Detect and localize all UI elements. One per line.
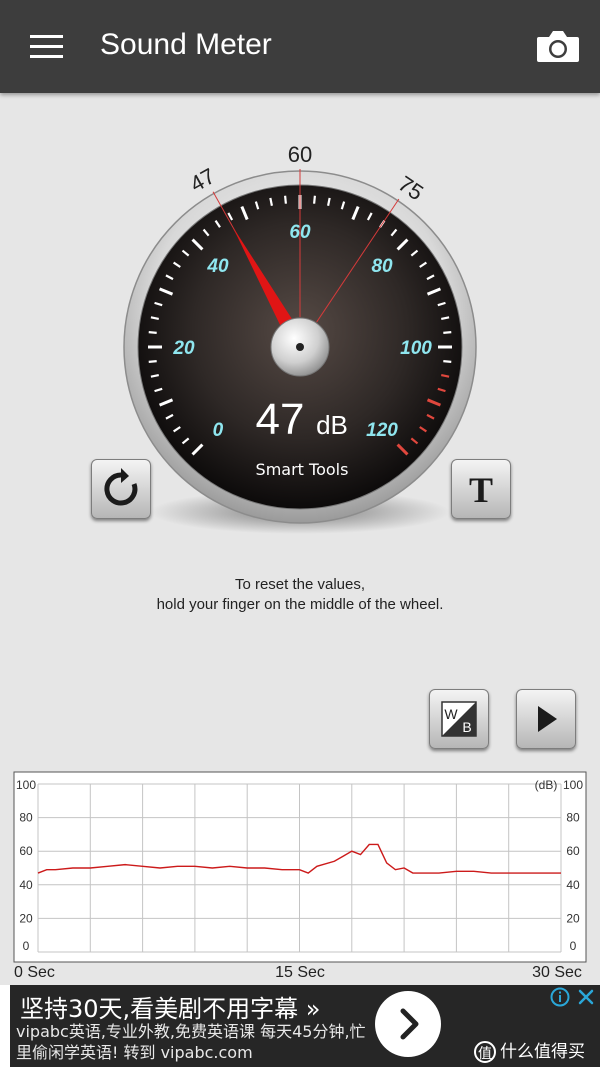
chart-x-tick-label: 0 Sec [14,964,55,981]
chart-y-tick-label: 40 [566,878,580,892]
gauge-scale-label: 80 [371,256,393,277]
hint-line-2: hold your finger on the middle of the wh… [156,596,444,613]
gauge-hub-pin [296,343,304,351]
gauge-tick [327,197,331,206]
chart-x-tick-label: 30 Sec [532,964,582,981]
chart-y-tick-label: 80 [566,811,580,825]
gauge-tick [150,316,159,320]
gauge-reading-value: 47 [256,395,305,444]
gauge-tick [269,197,273,206]
chart-y-tick-label: 80 [19,811,33,825]
chart-x-labels: 0 Sec 15 Sec 30 Sec [14,964,582,981]
reset-button[interactable] [91,459,151,519]
gauge-tick [443,360,452,363]
wb-top-label: W [444,706,458,722]
chart-x-tick-label: 15 Sec [275,964,325,981]
gauge-tick [148,360,157,363]
ad-headline[interactable]: 坚持30天,看美剧不用字幕 » [20,989,320,1024]
app-bar: Sound Meter [0,0,600,93]
gauge-tick [313,195,316,204]
ad-accent-strip [0,985,10,1067]
sound-level-gauge[interactable]: 020406080100120 476075 47 dB Smart Tools [100,130,500,550]
db-history-chart: 100 80 60 40 20 0 100 80 60 40 20 0 (dB) 0 Sec 15 S… [13,771,587,981]
gauge-tick [150,374,159,378]
text-mode-button[interactable]: T [451,459,511,519]
chart-y-tick-label: 100 [16,778,36,792]
chart-y-tick-label: 20 [19,911,33,925]
watermark: 值什么值得买 [474,1037,598,1063]
gauge-scale-label: 120 [366,420,398,441]
gauge-avg-marker-label: 60 [288,142,312,167]
watermark-text: 什么值得买 [500,1042,585,1062]
gauge-min-marker-label: 47 [186,163,220,197]
gauge-scale-label: 0 [213,420,224,441]
chart-y-tick-label: 40 [19,878,33,892]
chart-y-tick-label: 60 [19,844,33,858]
gauge-scale-label: 100 [400,338,432,359]
gauge-scale-label: 40 [206,256,229,277]
watermark-badge: 值 [474,1041,496,1063]
rotate-refresh-icon [104,468,138,506]
ad-info-icon[interactable] [550,987,570,1007]
gauge-reading-unit: dB [316,410,348,440]
ad-body: vipabc英语,专业外教,免费英语课 每天45分钟,忙里偷闲学英语! 转到 v… [16,1022,366,1062]
app-title: Sound Meter [100,28,272,61]
ad-close-icon[interactable] [576,987,596,1007]
gauge-tick [441,316,450,320]
text-mode-label: T [469,470,493,510]
gauge-brand: Smart Tools [256,460,349,479]
wb-bottom-label: B [462,719,471,735]
chart-y-tick-label: 20 [566,911,580,925]
camera-icon[interactable] [536,28,580,64]
chart-y-tick-label: 0 [23,939,30,953]
chevron-right-icon [400,1008,419,1040]
gauge-tick [443,331,452,334]
play-icon [538,706,557,732]
chart-unit-label: (dB) [535,778,558,792]
ad-open-button[interactable] [375,991,441,1057]
hint-line-1: To reset the values, [234,576,366,593]
play-button[interactable] [516,689,576,749]
hamburger-menu-icon[interactable] [30,35,63,59]
chart-y-tick-label: 0 [570,939,577,953]
gauge-tick [148,331,157,334]
chart-y-tick-label: 60 [566,844,580,858]
chart-y-tick-label: 100 [563,778,583,792]
gauge-scale-label: 20 [172,338,195,359]
gauge-tick [284,195,287,204]
white-black-toggle-button[interactable]: W B [429,689,489,749]
gauge-max-marker-label: 75 [394,171,428,205]
gauge-tick [441,374,450,378]
